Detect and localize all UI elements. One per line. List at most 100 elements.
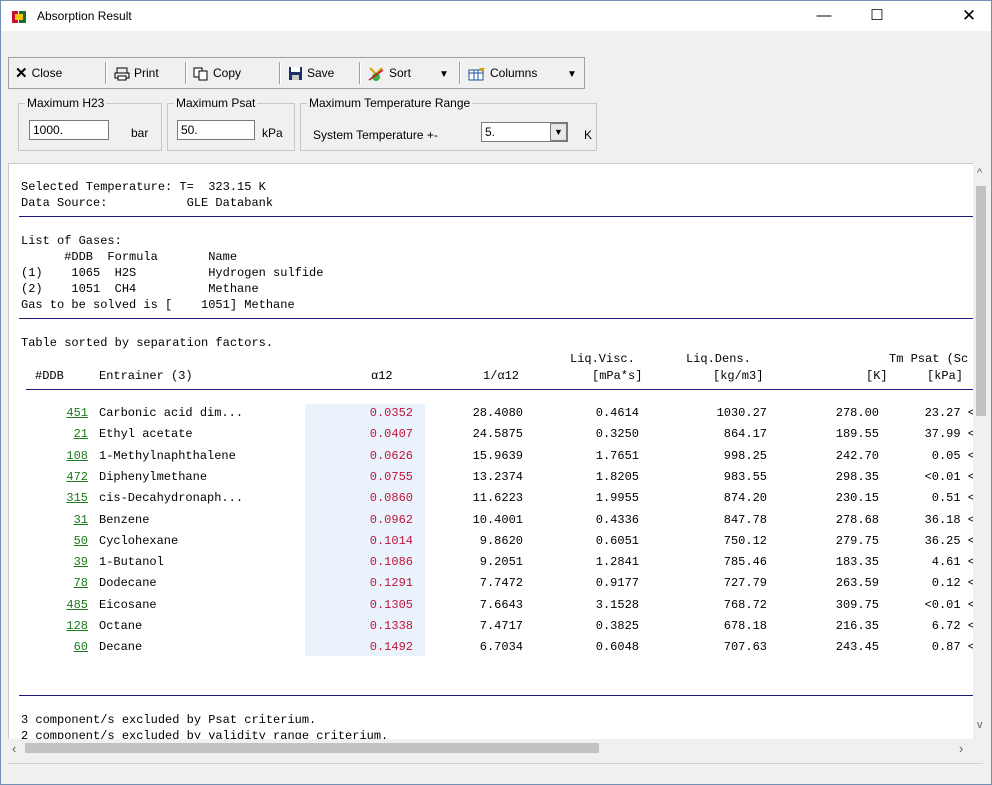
alpha12-value: 0.1492 xyxy=(369,640,413,655)
tm-value: 298.35 xyxy=(835,469,879,484)
copy-button[interactable]: Copy xyxy=(193,61,241,85)
inv-alpha12-value: 15.9639 xyxy=(472,448,523,463)
inv-alpha12-value: 10.4001 xyxy=(472,512,523,527)
psat-value: 0.51 < xyxy=(931,491,975,506)
alpha12-value: 0.0755 xyxy=(369,469,413,484)
temp-range-dropdown-button[interactable]: ▼ xyxy=(550,123,567,141)
sort-dropdown-arrow[interactable]: ▼ xyxy=(439,61,449,85)
col-head-inv-alpha12: 1/α12 xyxy=(483,369,520,383)
tm-value: 309.75 xyxy=(835,597,879,612)
max-h23-input[interactable]: 1000. xyxy=(29,120,109,140)
alpha12-value: 0.0352 xyxy=(369,406,413,420)
tm-value: 242.70 xyxy=(835,448,879,463)
col-head-entrainer: Entrainer (3) xyxy=(99,369,193,383)
vertical-scroll-thumb[interactable] xyxy=(976,186,986,416)
data-source-line: Data Source: GLE Databank xyxy=(21,196,274,210)
entrainer-name: Benzene xyxy=(99,512,150,527)
divider xyxy=(26,389,979,390)
alpha12-value: 0.1014 xyxy=(369,533,413,548)
col-head-psat-unit: [kPa] xyxy=(927,369,964,383)
chevron-down-icon: ▼ xyxy=(439,69,449,80)
save-button[interactable]: Save xyxy=(288,61,334,85)
tm-value: 189.55 xyxy=(835,427,879,442)
ddb-link[interactable]: 78 xyxy=(74,576,88,590)
ddb-link[interactable]: 315 xyxy=(66,491,88,505)
columns-label: Columns xyxy=(490,66,538,80)
columns-dropdown-arrow[interactable]: ▼ xyxy=(567,61,577,85)
inv-alpha12-value: 9.2051 xyxy=(479,555,523,570)
scroll-down-icon[interactable]: v xyxy=(977,719,983,731)
sort-button[interactable]: Sort xyxy=(367,61,411,85)
liq-dens-value: 678.18 xyxy=(723,619,767,633)
liq-dens-value: 1030.27 xyxy=(716,406,767,420)
ddb-link[interactable]: 50 xyxy=(74,534,88,548)
result-report[interactable]: Selected Temperature: T= 323.15 K Data S… xyxy=(8,163,983,756)
inv-alpha12-value: 6.7034 xyxy=(479,640,523,655)
absorption-result-window: Absorption Result — ☐ ✕ ✕ Close Print Cop… xyxy=(0,0,992,785)
scroll-up-icon[interactable]: ^ xyxy=(977,167,982,179)
liq-visc-value: 0.3825 xyxy=(595,619,639,633)
toolbar-separator xyxy=(459,62,461,84)
inv-alpha12-value: 11.6223 xyxy=(472,491,523,506)
psat-value: <0.01 < xyxy=(924,597,975,612)
columns-button[interactable]: Columns xyxy=(468,61,537,85)
scroll-left-icon[interactable]: ‹ xyxy=(12,741,16,756)
col-head-ddb: #DDB xyxy=(35,369,64,383)
psat-value: 6.72 < xyxy=(931,619,975,633)
tm-value: 243.45 xyxy=(835,640,879,655)
divider xyxy=(19,318,979,319)
liq-dens-value: 768.72 xyxy=(723,597,767,612)
ddb-link[interactable]: 485 xyxy=(66,598,88,612)
ddb-link[interactable]: 472 xyxy=(66,470,88,484)
ddb-link[interactable]: 21 xyxy=(74,427,88,441)
col-head-visc: Liq.Visc. xyxy=(570,352,635,366)
max-h23-label: Maximum H23 xyxy=(25,96,107,110)
ddb-link[interactable]: 108 xyxy=(66,449,88,463)
entrainer-name: Diphenylmethane xyxy=(99,469,208,484)
scroll-right-icon[interactable]: › xyxy=(959,741,963,756)
close-button[interactable]: ✕ Close xyxy=(15,61,62,85)
close-window-button[interactable]: ✕ xyxy=(946,1,992,31)
max-psat-label: Maximum Psat xyxy=(174,96,258,110)
max-psat-unit: kPa xyxy=(262,126,283,140)
inv-alpha12-value: 7.6643 xyxy=(479,597,523,612)
status-bar xyxy=(8,763,983,782)
divider xyxy=(19,695,979,696)
sort-icon xyxy=(368,67,384,81)
tm-value: 278.68 xyxy=(835,512,879,527)
max-psat-input[interactable]: 50. xyxy=(177,120,255,140)
liq-visc-value: 0.4336 xyxy=(595,512,639,527)
gas-row-2: (2) 1051 CH4 Methane xyxy=(21,282,259,296)
system-temp-label: System Temperature +- xyxy=(313,128,438,142)
printer-icon xyxy=(114,67,130,81)
liq-visc-value: 0.3250 xyxy=(595,427,639,442)
liq-visc-value: 0.9177 xyxy=(595,576,639,591)
col-head-tm-unit: [K] xyxy=(866,369,888,383)
liq-visc-value: 0.6048 xyxy=(595,640,639,655)
inv-alpha12-value: 7.7472 xyxy=(479,576,523,591)
table-title: Table sorted by separation factors. xyxy=(21,336,274,350)
alpha12-value: 0.1305 xyxy=(369,597,413,612)
ddb-link[interactable]: 60 xyxy=(74,640,88,654)
divider xyxy=(19,216,979,217)
ddb-link[interactable]: 128 xyxy=(66,619,88,633)
ddb-link[interactable]: 39 xyxy=(74,555,88,569)
gas-solved-line: Gas to be solved is [ 1051] Methane xyxy=(21,298,295,312)
minimize-button[interactable]: — xyxy=(801,1,847,31)
psat-value: 37.99 < xyxy=(924,427,975,442)
entrainer-name: Eicosane xyxy=(99,597,157,612)
gases-header: #DDB Formula Name xyxy=(21,250,238,264)
maximize-button[interactable]: ☐ xyxy=(854,1,900,31)
alpha12-value: 0.1086 xyxy=(369,555,413,570)
ddb-link[interactable]: 451 xyxy=(66,406,88,420)
psat-value: 36.25 < xyxy=(924,533,975,548)
footer-psat-excluded: 3 component/s excluded by Psat criterium… xyxy=(21,713,317,727)
ddb-link[interactable]: 31 xyxy=(74,513,88,527)
liq-dens-value: 707.63 xyxy=(723,640,767,655)
horizontal-scroll-thumb[interactable] xyxy=(25,743,599,753)
entrainer-name: Cyclohexane xyxy=(99,533,179,548)
col-head-visc-unit: [mPa*s] xyxy=(592,369,643,383)
print-button[interactable]: Print xyxy=(114,61,159,85)
psat-value: 23.27 < xyxy=(924,406,975,420)
alpha12-value: 0.0407 xyxy=(369,427,413,442)
